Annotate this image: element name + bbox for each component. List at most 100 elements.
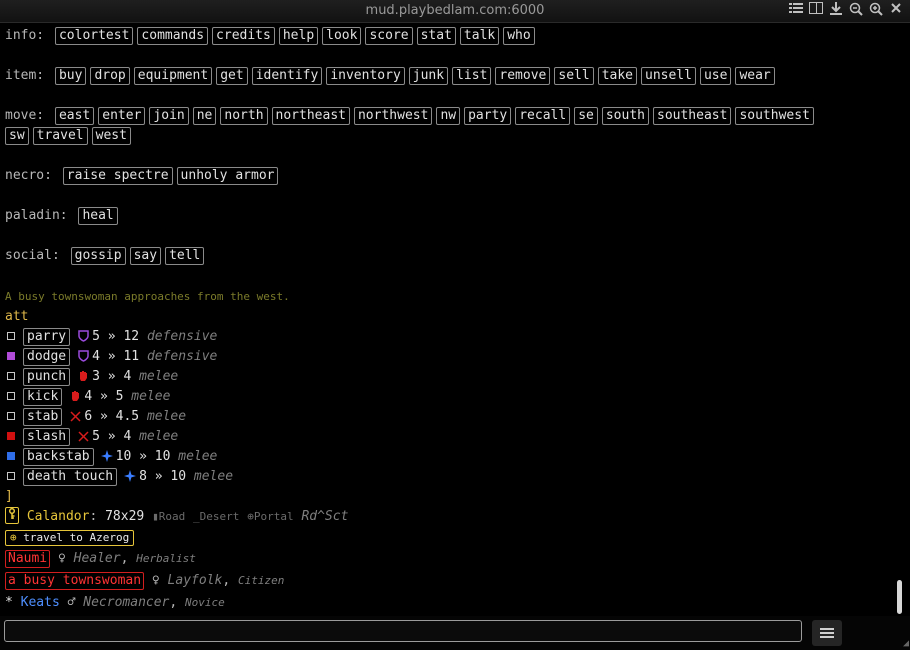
command-button-drop[interactable]: drop (90, 67, 130, 85)
command-button-take[interactable]: take (597, 67, 637, 85)
command-button-nw[interactable]: nw (436, 107, 461, 125)
command-button-wear[interactable]: wear (735, 67, 775, 85)
skill-checkbox[interactable] (7, 412, 15, 420)
command-button-west[interactable]: west (91, 127, 131, 145)
character-marker: * (5, 595, 13, 610)
command-button-se[interactable]: se (574, 107, 598, 125)
command-button-party[interactable]: party (464, 107, 512, 125)
scrollbar-thumb[interactable] (897, 580, 902, 614)
att-footer: ] (5, 489, 13, 504)
skill-type: melee (146, 409, 187, 424)
zoom-out-icon[interactable] (847, 2, 864, 19)
shield-icon (76, 347, 90, 367)
info-row: info: colortest commands credits help look sc… (5, 26, 536, 46)
command-input[interactable] (4, 620, 802, 642)
resize-grip-icon[interactable]: ◢ (903, 638, 909, 649)
command-button-raise-spectre[interactable]: raise spectre (62, 167, 173, 185)
command-button-gossip[interactable]: gossip (70, 247, 126, 265)
command-button-join[interactable]: join (149, 107, 189, 125)
command-button-junk[interactable]: junk (408, 67, 449, 85)
command-button-equipment[interactable]: equipment (133, 67, 213, 85)
command-button-southwest[interactable]: southwest (735, 107, 814, 125)
menu-icon (820, 628, 834, 630)
command-button-northeast[interactable]: northeast (271, 107, 350, 125)
command-button-unholy-armor[interactable]: unholy armor (176, 167, 279, 185)
command-button-identify[interactable]: identify (251, 67, 323, 85)
download-icon[interactable] (827, 2, 844, 19)
skill-checkbox[interactable] (7, 472, 15, 480)
item-row: item: buy drop equipment get identify invento… (5, 66, 776, 86)
skill-checkbox[interactable] (7, 352, 15, 360)
character-name[interactable]: a busy townswoman (5, 572, 145, 590)
att-header: att (5, 309, 29, 324)
command-button-credits[interactable]: credits (212, 27, 275, 45)
skill-button-death-touch[interactable]: death touch (23, 468, 118, 486)
skill-button-kick[interactable]: kick (23, 388, 63, 406)
skill-button-backstab[interactable]: backstab (23, 448, 94, 466)
skill-button-parry[interactable]: parry (23, 328, 71, 346)
command-button-use[interactable]: use (699, 67, 732, 85)
command-button-travel[interactable]: travel (32, 127, 88, 145)
skill-sep: » (107, 369, 116, 384)
command-button-recall[interactable]: recall (515, 107, 571, 125)
skill-button-stab[interactable]: stab (23, 408, 63, 426)
command-button-unsell[interactable]: unsell (641, 67, 696, 85)
skill-value-a: 6 (84, 409, 93, 424)
command-button-northwest[interactable]: northwest (353, 107, 433, 125)
command-button-look[interactable]: look (322, 27, 362, 45)
sparkle-icon (100, 447, 114, 467)
paladin-row: paladin: heal (5, 206, 119, 226)
command-button-help[interactable]: help (278, 27, 319, 45)
skill-row: stab 6 » 4.5 melee (5, 407, 186, 427)
skill-checkbox[interactable] (7, 452, 15, 460)
command-button-talk[interactable]: talk (459, 27, 500, 45)
command-button-buy[interactable]: buy (54, 67, 87, 85)
skill-value-b: 10 (154, 449, 171, 464)
command-button-stat[interactable]: stat (416, 27, 456, 45)
command-button-south[interactable]: south (601, 107, 649, 125)
skill-checkbox[interactable] (7, 372, 15, 380)
skill-button-dodge[interactable]: dodge (23, 348, 71, 366)
fist-icon (76, 367, 90, 387)
command-button-east[interactable]: east (54, 107, 95, 125)
command-button-colortest[interactable]: colortest (54, 27, 134, 45)
command-button-heal[interactable]: heal (78, 207, 118, 225)
command-button-commands[interactable]: commands (137, 27, 209, 45)
sector-code: Rd^Sct (301, 509, 349, 524)
command-button-list[interactable]: list (452, 67, 492, 85)
zoom-in-icon[interactable] (867, 2, 884, 19)
skill-button-punch[interactable]: punch (23, 368, 71, 386)
command-button-remove[interactable]: remove (495, 67, 551, 85)
command-button-enter[interactable]: enter (98, 107, 146, 125)
command-button-say[interactable]: say (129, 247, 162, 265)
skill-sep: » (99, 409, 108, 424)
skill-checkbox[interactable] (7, 332, 15, 340)
command-button-sw[interactable]: sw (5, 127, 29, 145)
skill-value-a: 3 (92, 369, 100, 384)
split-icon[interactable] (807, 2, 824, 19)
skill-checkbox[interactable] (7, 432, 15, 440)
command-button-tell[interactable]: tell (165, 247, 205, 265)
character-name[interactable]: Naumi (5, 550, 51, 568)
portal-label: Portal (253, 510, 294, 523)
command-button-north[interactable]: north (220, 107, 268, 125)
travel-button[interactable]: ⊕ travel to Azerog (5, 530, 135, 546)
skill-button-slash[interactable]: slash (23, 428, 71, 446)
close-icon[interactable] (887, 2, 904, 19)
command-button-get[interactable]: get (216, 67, 248, 85)
character-name[interactable]: Keats (21, 595, 60, 610)
command-button-score[interactable]: score (365, 27, 413, 45)
skill-checkbox[interactable] (7, 392, 15, 400)
list-icon[interactable] (787, 2, 804, 19)
road-label: Road (158, 510, 186, 523)
command-button-sell[interactable]: sell (554, 67, 594, 85)
fist-icon (68, 387, 82, 407)
skill-type: melee (178, 449, 218, 464)
command-button-southeast[interactable]: southeast (653, 107, 732, 125)
skill-value-b: 4 (123, 429, 132, 444)
menu-button[interactable] (812, 620, 842, 646)
command-button-who[interactable]: who (503, 27, 535, 45)
location-name[interactable]: Calandor (27, 509, 90, 524)
command-button-ne[interactable]: ne (192, 107, 217, 125)
command-button-inventory[interactable]: inventory (326, 67, 405, 85)
